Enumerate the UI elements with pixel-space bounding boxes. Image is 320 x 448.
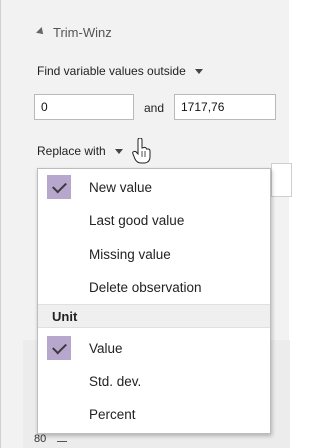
menu-item-last-good-value[interactable]: Last good value [38, 205, 270, 235]
chevron-down-icon[interactable] [194, 68, 203, 74]
checkmark-icon [51, 339, 67, 354]
menu-item-missing-value[interactable]: Missing value [38, 239, 270, 269]
find-label: Find variable values outside [37, 64, 186, 78]
chevron-down-icon[interactable] [114, 148, 123, 154]
find-values-dropdown[interactable]: Find variable values outside [37, 64, 203, 78]
menu-item-new-value[interactable]: New value [38, 172, 270, 202]
lower-bound-input[interactable]: 0 [34, 94, 134, 120]
unit-header-label: Unit [52, 308, 78, 324]
unit-group-header: Unit [38, 304, 270, 328]
and-label: and [144, 101, 165, 115]
collapse-triangle-icon[interactable] [36, 26, 46, 37]
axis-tick-mark [57, 441, 67, 442]
menu-item-value[interactable]: Value [38, 333, 270, 363]
menu-item-label: Percent [89, 406, 136, 422]
section-header[interactable]: Trim-Winz [36, 25, 112, 40]
menu-item-label: Last good value [89, 212, 185, 228]
replace-with-menu: New value Last good value Missing value … [37, 168, 271, 434]
menu-item-label: Missing value [89, 246, 171, 262]
checked-box [47, 175, 71, 199]
menu-item-percent[interactable]: Percent [38, 399, 270, 429]
menu-item-delete-observation[interactable]: Delete observation [38, 272, 270, 302]
background-field [271, 163, 292, 197]
axis-tick-label: 80 [34, 433, 47, 445]
replace-label: Replace with [37, 144, 106, 158]
menu-item-std-dev[interactable]: Std. dev. [38, 366, 270, 396]
replace-with-dropdown[interactable]: Replace with [37, 144, 123, 158]
checked-box [47, 336, 71, 360]
menu-item-label: New value [89, 179, 153, 195]
section-title: Trim-Winz [53, 25, 112, 40]
upper-bound-input[interactable]: 1717,76 [174, 94, 276, 120]
menu-item-label: Delete observation [89, 279, 202, 295]
menu-item-label: Value [89, 340, 123, 356]
menu-item-label: Std. dev. [89, 373, 142, 389]
checkmark-icon [51, 178, 67, 193]
hand-pointer-icon [132, 138, 151, 164]
